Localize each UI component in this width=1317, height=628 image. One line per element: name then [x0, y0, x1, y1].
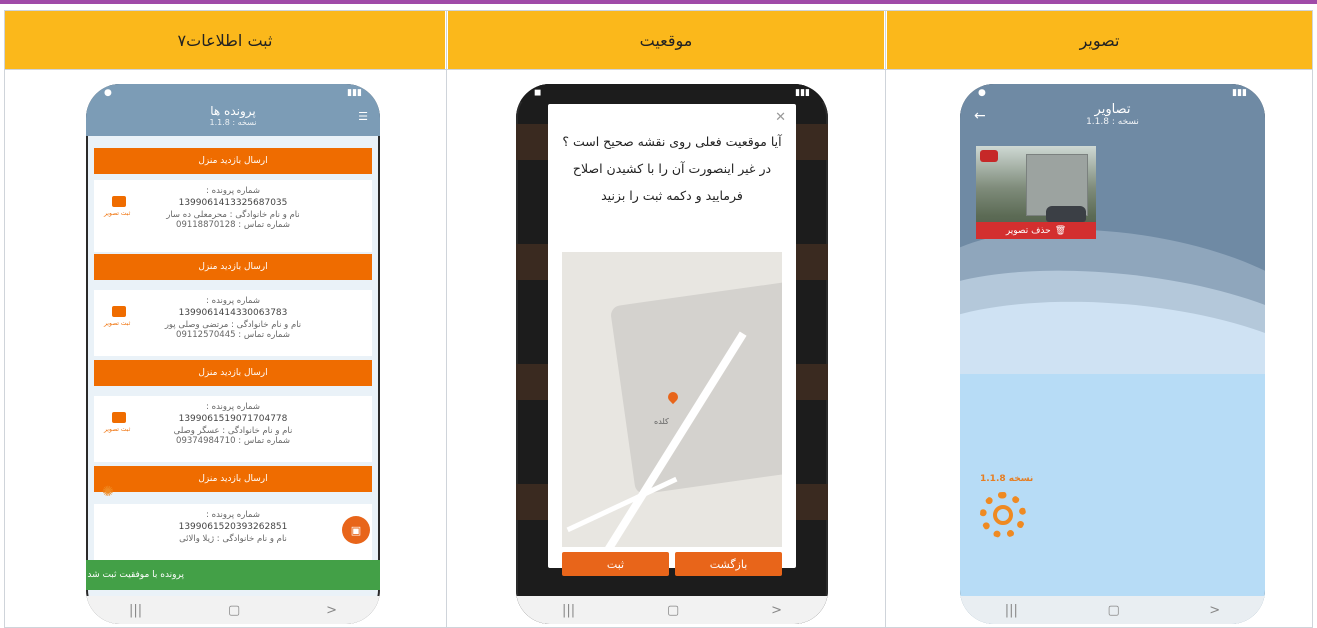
- record-number: 1399061520393262851: [178, 522, 288, 532]
- screen-title: تصاویر: [1094, 102, 1131, 117]
- column-divider: [446, 10, 447, 628]
- camera-label: ثبت تصویر: [104, 320, 131, 327]
- column-divider: [885, 10, 886, 628]
- record-name: نام و نام خانوادگی : عسگر وصلی: [173, 426, 293, 436]
- record-card[interactable]: شماره پرونده : 1399061413325687035 نام و…: [94, 180, 372, 252]
- camera-label: ثبت تصویر: [104, 426, 131, 433]
- delete-label: حذف تصویر: [1005, 225, 1051, 236]
- toast-text: پرونده با موفقیت ثبت شد: [87, 570, 184, 580]
- status-bar: ◼ ▮▮▮: [516, 84, 828, 102]
- recents-nav-icon[interactable]: |||: [129, 603, 142, 618]
- record-phone: شماره تماس : 09112570445: [176, 330, 290, 340]
- send-home-visit-button[interactable]: ارسال بازدید منزل: [94, 360, 372, 386]
- column-header-register: ثبت اطلاعات۷: [5, 11, 445, 69]
- record-card[interactable]: شماره پرونده : 1399061520393262851 نام و…: [94, 504, 372, 560]
- phone-records-screen: پرونده ها نسخه : 1.1.8 ● ▮▮▮ ☰ ارسال بازد…: [86, 84, 380, 624]
- version-label: نسخه : 1.1.8: [1086, 117, 1139, 127]
- record-name: نام و نام خانوادگی : محرمعلی ده سار: [166, 210, 300, 220]
- column-header-image: تصویر: [887, 11, 1312, 69]
- add-record-fab-icon[interactable]: ▣: [342, 516, 370, 544]
- column-header-label: ثبت اطلاعات۷: [177, 30, 273, 50]
- delete-photo-button[interactable]: حذف تصویر 🗑: [976, 222, 1096, 239]
- android-nav-bar: ||| ▢ >: [86, 596, 380, 624]
- success-toast: پرونده با موفقیت ثبت شد: [86, 560, 380, 590]
- home-nav-icon[interactable]: ▢: [228, 603, 240, 618]
- record-card[interactable]: شماره پرونده : 1399061519071704778 نام و…: [94, 396, 372, 462]
- record-phone: شماره تماس : 09374984710: [176, 436, 290, 446]
- column-header-label: موقعیت: [639, 30, 693, 50]
- send-home-visit-button[interactable]: ارسال بازدید منزل: [94, 254, 372, 280]
- logo-peek: ✺: [102, 484, 114, 500]
- status-bar: ● ▮▮▮: [104, 88, 362, 98]
- camera-icon[interactable]: [112, 196, 126, 207]
- screen-title: پرونده ها: [210, 104, 256, 118]
- recents-nav-icon[interactable]: |||: [562, 603, 575, 618]
- version-label: نسخه : 1.1.8: [209, 118, 257, 127]
- map-view[interactable]: کلده: [562, 252, 782, 547]
- record-number: 1399061413325687035: [178, 198, 288, 208]
- phone-location-screen: ◼ ▮▮▮ ✕ آیا موقعیت فعلی روی نقشه صحیح است…: [516, 84, 828, 624]
- home-nav-icon[interactable]: ▢: [1107, 603, 1119, 618]
- send-home-visit-button[interactable]: ارسال بازدید منزل: [94, 148, 372, 174]
- button-label: ارسال بازدید منزل: [198, 474, 268, 484]
- android-nav-bar: ||| ▢ >: [516, 596, 828, 624]
- map-area: [609, 279, 782, 495]
- phone-gallery-screen: ● ▮▮▮ ← تصاویر نسخه : 1.1.8 حذف تصویر 🗑 ن…: [960, 84, 1265, 624]
- trash-icon: 🗑: [1054, 225, 1067, 236]
- column-header-label: تصویر: [1079, 30, 1120, 50]
- record-card[interactable]: شماره پرونده : 1399061414330063783 نام و…: [94, 290, 372, 356]
- button-label: ثبت: [606, 557, 625, 571]
- record-name: نام و نام خانوادگی : ژیلا والائی: [179, 534, 287, 544]
- back-nav-icon[interactable]: >: [771, 603, 782, 618]
- button-label: ارسال بازدید منزل: [198, 156, 268, 166]
- submit-button[interactable]: ثبت: [562, 552, 669, 576]
- app-header: تصاویر نسخه : 1.1.8: [960, 102, 1265, 127]
- header-divider: [4, 69, 1313, 70]
- top-accent-line: [0, 0, 1317, 4]
- location-confirm-dialog: ✕ آیا موقعیت فعلی روی نقشه صحیح است ؟ در…: [548, 104, 796, 576]
- record-number-label: شماره پرونده :: [206, 186, 260, 196]
- map-place-label: کلده: [654, 417, 669, 426]
- column-header-location: موقعیت: [448, 11, 884, 69]
- home-nav-icon[interactable]: ▢: [667, 603, 679, 618]
- dialog-buttons: ثبت بازگشت: [562, 552, 782, 576]
- button-label: ارسال بازدید منزل: [198, 368, 268, 378]
- button-label: ارسال بازدید منزل: [198, 262, 268, 272]
- organization-logo-inner: [993, 505, 1013, 525]
- footer-version-label: نسخه 1.1.8: [980, 474, 1034, 484]
- camera-label: ثبت تصویر: [104, 210, 131, 217]
- record-name: نام و نام خانوادگی : مرتضی وصلی پور: [164, 320, 302, 330]
- back-button[interactable]: بازگشت: [675, 552, 782, 576]
- record-number-label: شماره پرونده :: [206, 402, 260, 412]
- hamburger-menu-icon[interactable]: ☰: [358, 110, 368, 123]
- record-number-label: شماره پرونده :: [206, 296, 260, 306]
- camera-badge-icon: [980, 150, 998, 162]
- photo-car: [1046, 206, 1086, 222]
- camera-icon[interactable]: [112, 412, 126, 423]
- camera-icon[interactable]: [112, 306, 126, 317]
- record-number: 1399061414330063783: [178, 308, 288, 318]
- android-nav-bar: ||| ▢ >: [960, 596, 1265, 624]
- record-number: 1399061519071704778: [178, 414, 288, 424]
- status-bar: ● ▮▮▮: [978, 88, 1247, 98]
- button-label: بازگشت: [709, 557, 748, 571]
- back-nav-icon[interactable]: >: [1209, 603, 1220, 618]
- recents-nav-icon[interactable]: |||: [1005, 603, 1018, 618]
- dialog-message: آیا موقعیت فعلی روی نقشه صحیح است ؟ در غ…: [562, 134, 782, 203]
- record-number-label: شماره پرونده :: [206, 510, 260, 520]
- record-phone: شماره تماس : 09118870128: [176, 220, 290, 230]
- back-nav-icon[interactable]: >: [326, 603, 337, 618]
- close-icon[interactable]: ✕: [775, 110, 786, 125]
